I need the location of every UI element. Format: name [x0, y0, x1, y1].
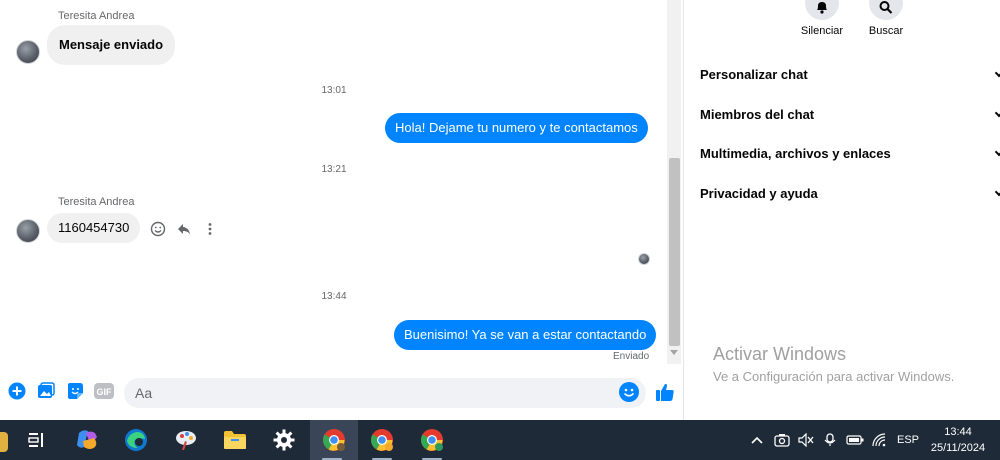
outgoing-message[interactable]: Hola! Dejame tu numero y te contactamos	[385, 113, 648, 143]
gif-label: GIF	[97, 387, 113, 397]
task-view-icon[interactable]	[15, 420, 59, 460]
chrome-profile-icon[interactable]	[410, 420, 454, 460]
message-input[interactable]: Aa	[124, 378, 646, 408]
search-button-label: Buscar	[868, 25, 904, 37]
edge-browser-icon[interactable]	[114, 420, 158, 460]
volume-muted-icon[interactable]	[796, 420, 816, 460]
message-sender-name: Teresita Andrea	[58, 196, 135, 208]
chat-details-panel: Silenciar Buscar Personalizar chat Miemb…	[685, 0, 1000, 420]
search-icon	[869, 0, 903, 20]
language-indicator[interactable]: ESP	[894, 420, 922, 460]
windows-taskbar: ESP 13:44 25/11/2024	[0, 420, 1000, 460]
clock-date: 25/11/2024	[930, 442, 986, 454]
menu-item-customize-chat[interactable]: Personalizar chat	[700, 67, 808, 82]
chat-pane: Teresita Andrea Mensaje enviado 13:01 Ho…	[0, 0, 684, 420]
timestamp: 13:01	[321, 85, 347, 96]
incoming-message[interactable]: 1160454730	[47, 213, 141, 243]
chrome-browser-icon[interactable]	[310, 420, 358, 460]
react-emoji-icon[interactable]	[150, 221, 166, 237]
menu-item-chat-members[interactable]: Miembros del chat	[700, 107, 814, 122]
outgoing-message[interactable]: Buenisimo! Ya se van a estar contactando	[394, 320, 657, 350]
scroll-down-arrow[interactable]	[670, 350, 678, 355]
sticker-icon[interactable]	[64, 380, 86, 402]
chevron-down-icon[interactable]	[994, 187, 1000, 197]
emoji-icon[interactable]	[619, 382, 639, 402]
search-button[interactable]: Buscar	[851, 0, 921, 37]
system-clock[interactable]: 13:44 25/11/2024	[922, 424, 994, 456]
battery-icon[interactable]	[844, 420, 866, 460]
camera-icon[interactable]	[772, 420, 792, 460]
timestamp: 13:44	[321, 291, 347, 302]
microphone-icon[interactable]	[820, 420, 840, 460]
more-options-icon[interactable]	[202, 221, 218, 237]
screen: Teresita Andrea Mensaje enviado 13:01 Ho…	[0, 0, 1000, 460]
file-explorer-icon[interactable]	[213, 420, 257, 460]
message-sender-name: Teresita Andrea	[58, 10, 135, 22]
paint-app-icon[interactable]	[164, 420, 208, 460]
menu-item-media-files-links[interactable]: Multimedia, archivos y enlaces	[700, 146, 891, 161]
wifi-icon[interactable]	[870, 420, 890, 460]
gif-icon[interactable]: GIF	[93, 380, 115, 402]
chevron-down-icon[interactable]	[994, 68, 1000, 78]
mute-button[interactable]: Silenciar	[787, 0, 857, 37]
chevron-up-icon[interactable]	[748, 420, 766, 460]
scrollbar-thumb[interactable]	[669, 158, 680, 346]
reply-icon[interactable]	[176, 221, 192, 237]
mute-button-label: Silenciar	[800, 25, 844, 37]
message-actions	[150, 219, 218, 239]
add-plus-icon[interactable]	[6, 380, 28, 402]
bell-icon	[805, 0, 839, 20]
photo-icon[interactable]	[35, 380, 57, 402]
chrome-profile-icon[interactable]	[360, 420, 404, 460]
clock-time: 13:44	[944, 426, 972, 438]
avatar[interactable]	[16, 219, 40, 243]
message-status: Enviado	[613, 351, 650, 362]
settings-gear-icon[interactable]	[262, 420, 306, 460]
menu-item-privacy-help[interactable]: Privacidad y ayuda	[700, 186, 818, 201]
seen-avatar	[638, 253, 650, 265]
activation-watermark-title: Activar Windows	[713, 344, 847, 364]
message-composer: GIF Aa	[0, 370, 684, 420]
avatar[interactable]	[16, 40, 40, 64]
activation-watermark-subtitle: Ve a Configuración para activar Windows.	[713, 369, 955, 384]
timestamp: 13:21	[321, 164, 347, 175]
chevron-down-icon[interactable]	[994, 108, 1000, 118]
widget-icon[interactable]	[0, 432, 8, 452]
copilot-icon[interactable]	[65, 420, 109, 460]
incoming-message[interactable]: Mensaje enviado	[47, 25, 176, 65]
chevron-down-icon[interactable]	[994, 147, 1000, 157]
like-thumb-icon[interactable]	[654, 381, 676, 403]
